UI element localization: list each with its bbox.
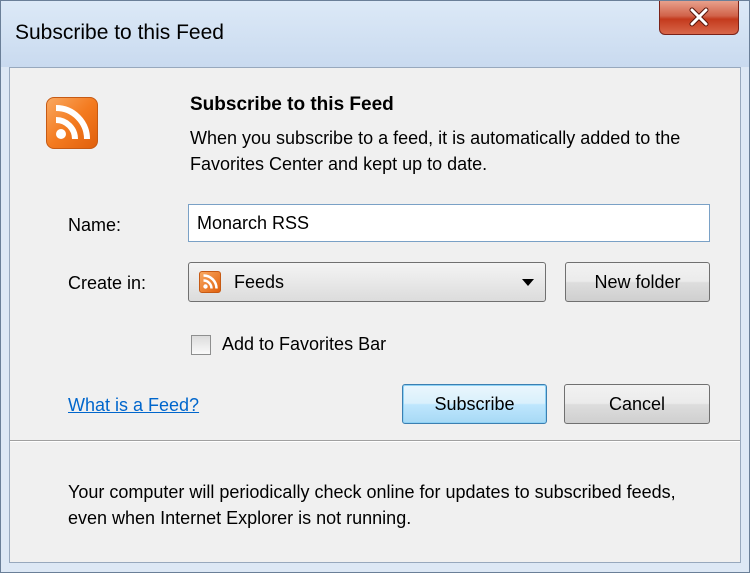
- dialog-heading: Subscribe to this Feed: [190, 94, 394, 115]
- dialog-body: Subscribe to this Feed When you subscrib…: [9, 67, 741, 563]
- dialog-description: When you subscribe to a feed, it is auto…: [190, 128, 681, 174]
- subscribe-button[interactable]: Subscribe: [402, 384, 547, 424]
- rss-feed-icon: [46, 97, 98, 149]
- feeds-folder-icon: [199, 271, 221, 293]
- subscribe-dialog: Subscribe to this Feed Subscribe to this…: [0, 0, 750, 573]
- add-to-favorites-bar-checkbox[interactable]: [191, 335, 211, 355]
- close-button[interactable]: [659, 1, 739, 35]
- footer-note: Your computer will periodically check on…: [68, 482, 676, 528]
- title-bar[interactable]: Subscribe to this Feed: [1, 1, 749, 67]
- close-icon: [689, 7, 709, 27]
- cancel-button[interactable]: Cancel: [564, 384, 710, 424]
- what-is-a-feed-link[interactable]: What is a Feed?: [68, 395, 199, 416]
- new-folder-button[interactable]: New folder: [565, 262, 710, 302]
- chevron-down-icon: [522, 279, 534, 286]
- create-in-value: Feeds: [234, 272, 285, 292]
- create-in-label: Create in:: [68, 273, 147, 293]
- name-label: Name:: [68, 215, 122, 235]
- window-title: Subscribe to this Feed: [15, 21, 224, 44]
- name-input[interactable]: [188, 204, 710, 242]
- create-in-dropdown[interactable]: Feeds: [188, 262, 546, 302]
- add-to-favorites-bar-label[interactable]: Add to Favorites Bar: [222, 334, 386, 355]
- footer-divider: [10, 440, 740, 442]
